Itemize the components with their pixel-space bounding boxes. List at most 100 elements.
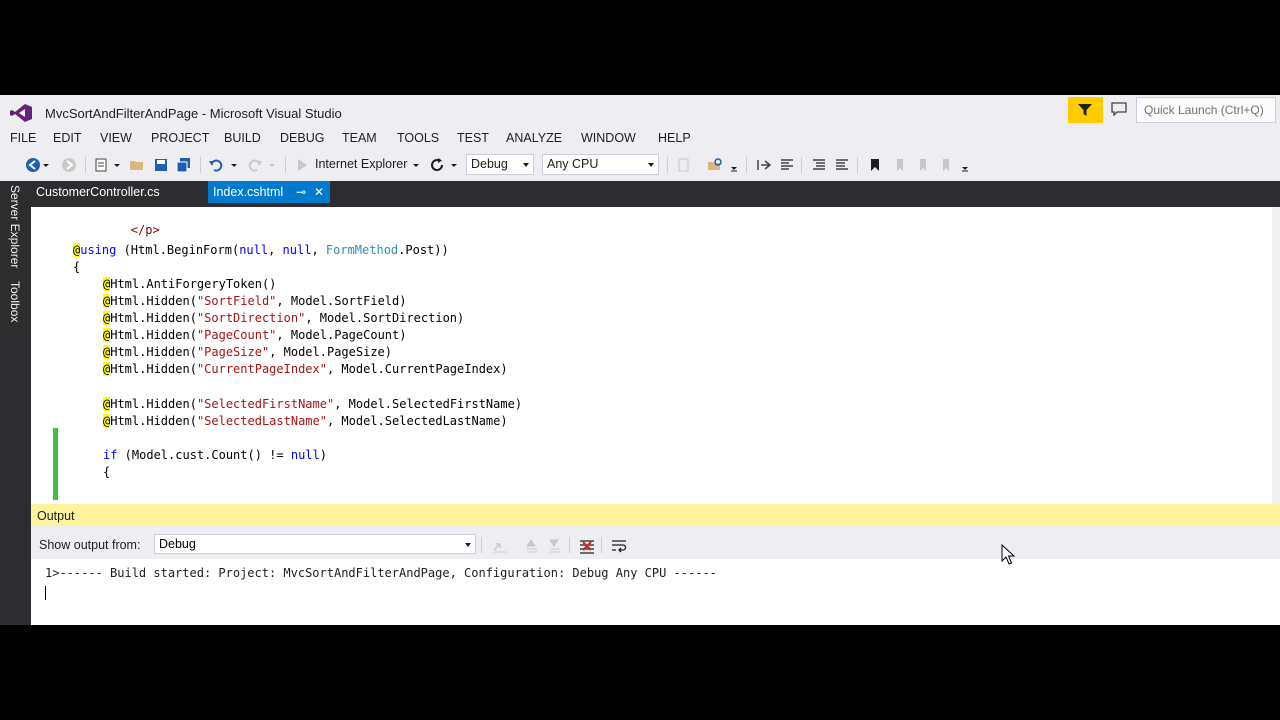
- toolbar-separator: [569, 537, 570, 553]
- code-line: @using (Html.BeginForm(null, null, FormM…: [73, 243, 449, 257]
- code-line: @Html.AntiForgeryToken(): [103, 277, 277, 291]
- code-line: @Html.Hidden("CurrentPageIndex", Model.C…: [103, 362, 508, 376]
- tab-index-cshtml[interactable]: Index.cshtml ⊸ ✕: [208, 181, 330, 203]
- undo-icon[interactable]: [208, 157, 224, 173]
- toolbar-separator: [801, 157, 802, 173]
- toolbox-tab[interactable]: Toolbox: [8, 281, 22, 322]
- toolbar-overflow-icon[interactable]: [730, 157, 738, 173]
- solution-configuration-select[interactable]: Debug: [466, 154, 534, 175]
- menu-team[interactable]: TEAM: [342, 131, 377, 145]
- close-icon[interactable]: ✕: [314, 185, 324, 199]
- find-message-in-code-icon[interactable]: [492, 538, 508, 554]
- platform-value: Any CPU: [547, 157, 599, 171]
- chevron-down-icon: [523, 163, 529, 167]
- code-line: @Html.Hidden("PageSize", Model.PageSize): [103, 345, 393, 359]
- forward-icon[interactable]: [61, 157, 77, 173]
- menu-project[interactable]: PROJECT: [151, 131, 209, 145]
- toolbar-separator: [667, 157, 668, 173]
- code-line: if (Model.cust.Count() != null): [103, 448, 327, 462]
- toolbar-separator: [601, 537, 602, 553]
- chevron-down-icon[interactable]: [268, 157, 276, 173]
- tab-customer-controller[interactable]: CustomerController.cs: [31, 181, 206, 203]
- toolbar-separator: [200, 157, 201, 173]
- text-caret: [45, 586, 46, 600]
- notifications-button[interactable]: [1068, 97, 1103, 123]
- toolbar-separator: [85, 157, 86, 173]
- show-output-from-label: Show output from:: [39, 538, 141, 552]
- clear-bookmarks-icon[interactable]: [937, 157, 953, 173]
- menu-edit[interactable]: EDIT: [53, 131, 81, 145]
- chevron-down-icon[interactable]: [42, 157, 50, 173]
- chevron-down-icon[interactable]: [113, 157, 121, 173]
- pin-icon[interactable]: ⊸: [296, 185, 306, 199]
- code-line: @Html.Hidden("SelectedLastName", Model.S…: [103, 414, 508, 428]
- window-title: MvcSortAndFilterAndPage - Microsoft Visu…: [45, 106, 342, 121]
- output-title: Output: [31, 504, 1280, 526]
- clear-all-icon[interactable]: [579, 538, 595, 554]
- code-line: @Html.Hidden("PageCount", Model.PageCoun…: [103, 328, 407, 342]
- chevron-down-icon: [465, 543, 471, 547]
- menu-help[interactable]: HELP: [658, 131, 691, 145]
- output-source-value: Debug: [159, 537, 196, 551]
- output-line: 1>------ Build started: Project: MvcSort…: [45, 566, 717, 580]
- word-wrap-icon[interactable]: [611, 538, 627, 554]
- browser-selector-label[interactable]: Internet Explorer: [315, 157, 407, 171]
- configuration-value: Debug: [471, 157, 508, 171]
- solution-platform-select[interactable]: Any CPU: [542, 154, 659, 175]
- chevron-down-icon[interactable]: [450, 157, 458, 173]
- tab-label: CustomerController.cs: [36, 185, 160, 199]
- disabled-document-icon[interactable]: [675, 157, 691, 173]
- toolbar-separator: [746, 157, 747, 173]
- refresh-icon[interactable]: [429, 157, 445, 173]
- menu-view[interactable]: VIEW: [100, 131, 132, 145]
- output-text-area[interactable]: 1>------ Build started: Project: MvcSort…: [31, 559, 1280, 625]
- toolbar-separator: [285, 157, 286, 173]
- toolbar-separator: [481, 537, 482, 553]
- format-icon[interactable]: [779, 157, 795, 173]
- output-window: Output Show output from: Debug 1>------ …: [31, 504, 1280, 625]
- code-line: @Html.Hidden("SortDirection", Model.Sort…: [103, 311, 465, 325]
- visual-studio-window: MvcSortAndFilterAndPage - Microsoft Visu…: [0, 95, 1280, 625]
- menu-build[interactable]: BUILD: [224, 131, 261, 145]
- chevron-down-icon[interactable]: [230, 157, 238, 173]
- code-line: {: [103, 465, 111, 479]
- comment-out-icon[interactable]: [811, 157, 827, 173]
- uncomment-icon[interactable]: [834, 157, 850, 173]
- chevron-down-icon[interactable]: [412, 157, 420, 173]
- feedback-icon[interactable]: [1111, 102, 1127, 116]
- new-project-icon[interactable]: [93, 157, 109, 173]
- server-explorer-tab[interactable]: Server Explorer: [8, 185, 22, 268]
- redo-icon[interactable]: [247, 157, 263, 173]
- previous-message-icon[interactable]: [523, 538, 539, 554]
- menu-debug[interactable]: DEBUG: [280, 131, 324, 145]
- menu-window[interactable]: WINDOW: [581, 131, 636, 145]
- quick-launch-input[interactable]: Quick Launch (Ctrl+Q): [1136, 97, 1276, 123]
- toolbar-overflow-icon[interactable]: [961, 157, 969, 173]
- output-source-select[interactable]: Debug: [154, 534, 476, 554]
- mouse-cursor-icon: [1001, 544, 1015, 565]
- start-debugging-icon[interactable]: [294, 157, 310, 173]
- bookmark-icon[interactable]: [867, 157, 883, 173]
- menu-test[interactable]: TEST: [457, 131, 489, 145]
- find-in-files-icon[interactable]: [707, 157, 723, 173]
- menu-tools[interactable]: TOOLS: [397, 131, 439, 145]
- code-line: @Html.Hidden("SelectedFirstName", Model.…: [103, 397, 523, 411]
- code-line: @Html.Hidden("SortField", Model.SortFiel…: [103, 294, 407, 308]
- navigate-icon[interactable]: [756, 157, 772, 173]
- filter-icon: [1078, 104, 1092, 116]
- save-all-icon[interactable]: [176, 157, 192, 173]
- code-line: {: [73, 260, 81, 274]
- menu-file[interactable]: FILE: [10, 131, 36, 145]
- open-folder-icon[interactable]: [129, 157, 145, 173]
- visual-studio-logo-icon: [10, 104, 32, 122]
- menu-analyze[interactable]: ANALYZE: [506, 131, 562, 145]
- change-tracking-bar: [53, 428, 58, 500]
- previous-bookmark-icon[interactable]: [891, 157, 907, 173]
- save-icon[interactable]: [153, 157, 169, 173]
- left-tool-strip: Server Explorer Toolbox: [0, 181, 31, 625]
- toolbar-separator: [857, 157, 858, 173]
- next-bookmark-icon[interactable]: [914, 157, 930, 173]
- back-icon[interactable]: [25, 157, 41, 173]
- next-message-icon[interactable]: [546, 538, 562, 554]
- tab-label: Index.cshtml: [213, 185, 284, 199]
